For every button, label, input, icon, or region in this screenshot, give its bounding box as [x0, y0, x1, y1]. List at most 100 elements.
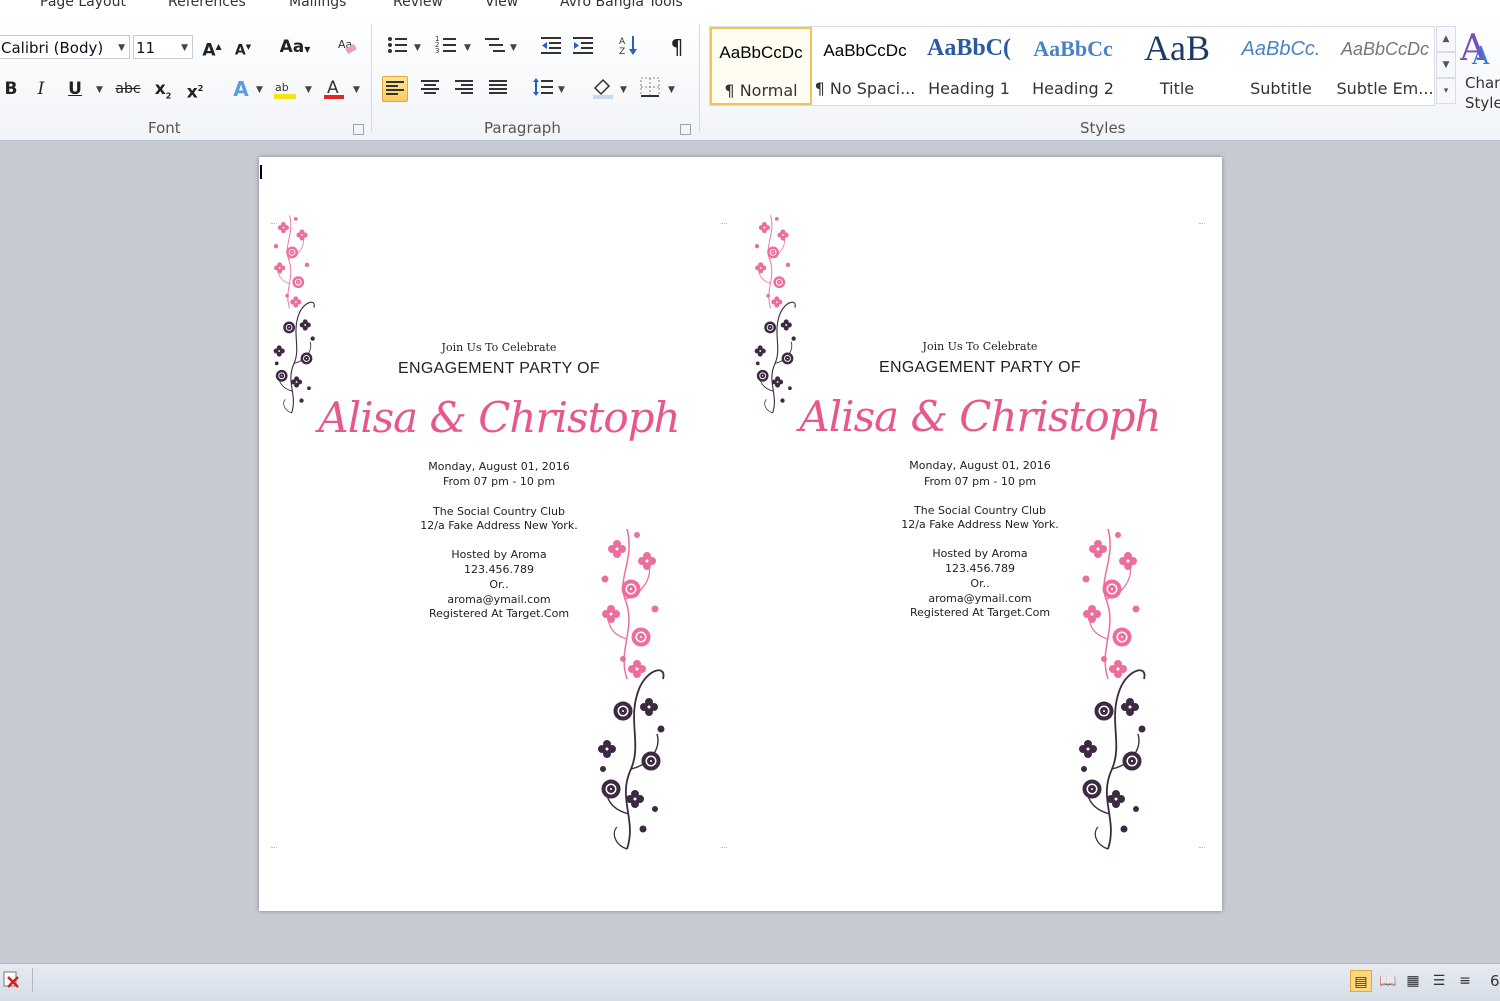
invite-phone: 123.456.789 — [464, 563, 534, 576]
subscript-button[interactable]: x2 — [150, 76, 176, 102]
style-subtle-emphasis[interactable]: AaBbCcDc Subtle Em... — [1334, 27, 1436, 105]
tab-view[interactable]: View — [485, 0, 518, 10]
print-layout-view-icon[interactable]: ▤ — [1350, 970, 1372, 992]
italic-button[interactable]: I — [28, 76, 54, 102]
chevron-down-icon[interactable]: ▼ — [353, 85, 360, 95]
tab-review[interactable]: Review — [393, 0, 443, 10]
chevron-down-icon[interactable]: ▼ — [668, 85, 675, 95]
style-heading-2[interactable]: AaBbCc Heading 2 — [1022, 27, 1124, 105]
svg-text:A: A — [619, 37, 626, 47]
change-case-button[interactable]: Aa▼ — [276, 34, 314, 60]
floral-top-left-icon — [748, 209, 838, 419]
font-dialog-launcher-icon[interactable] — [353, 124, 364, 135]
chevron-down-icon[interactable]: ▼ — [305, 85, 312, 95]
invite-heading: ENGAGEMENT PARTY OF — [879, 359, 1081, 376]
style-name: ¶ Normal — [724, 81, 798, 100]
align-right-icon[interactable] — [451, 76, 477, 102]
chevron-down-icon: ▼ — [181, 43, 188, 53]
full-screen-reading-view-icon[interactable]: 📖 — [1377, 970, 1399, 992]
chevron-down-icon[interactable]: ▼ — [558, 85, 565, 95]
styles-scroll-down-button[interactable]: ▼ — [1436, 52, 1456, 78]
clear-formatting-icon[interactable]: Aa — [334, 34, 360, 60]
group-divider — [371, 24, 372, 132]
strikethrough-button[interactable]: abc — [112, 76, 144, 102]
group-divider — [699, 24, 700, 132]
style-name: Heading 1 — [928, 79, 1010, 98]
invite-date: Monday, August 01, 2016 — [909, 459, 1051, 472]
outline-view-icon[interactable]: ☰ — [1428, 970, 1450, 992]
chevron-down-icon[interactable]: ▼ — [510, 43, 517, 53]
superscript-button[interactable]: x2 — [182, 76, 208, 103]
crop-mark — [271, 847, 277, 854]
draft-view-icon[interactable]: ≡ — [1454, 970, 1476, 992]
style-subtitle[interactable]: AaBbCc. Subtitle — [1230, 27, 1332, 105]
decrease-indent-icon[interactable] — [538, 34, 564, 60]
show-formatting-marks-icon[interactable]: ¶ — [664, 34, 690, 60]
floral-top-left-icon — [267, 209, 357, 419]
web-layout-view-icon[interactable]: ▦ — [1402, 970, 1424, 992]
invite-intro: Join Us To Celebrate — [441, 341, 557, 354]
bullets-icon[interactable] — [384, 34, 410, 60]
invite-address: 12/a Fake Address New York. — [901, 518, 1059, 531]
bold-button[interactable]: B — [0, 76, 24, 102]
change-styles-button[interactable]: AA Chan Style — [1459, 26, 1500, 116]
zoom-level[interactable]: 6 — [1490, 972, 1500, 990]
paragraph-dialog-launcher-icon[interactable] — [680, 124, 691, 135]
font-size-combo[interactable]: 11 ▼ — [133, 35, 193, 59]
crop-mark — [271, 217, 277, 224]
styles-more-button[interactable]: ▾ — [1436, 78, 1456, 104]
shrink-font-button[interactable]: A▼ — [230, 34, 256, 60]
sort-icon[interactable]: AZ — [616, 34, 642, 60]
style-normal[interactable]: AaBbCcDc ¶ Normal — [710, 27, 812, 105]
chevron-down-icon[interactable]: ▼ — [464, 43, 471, 53]
font-name-value: Calibri (Body) — [1, 39, 104, 57]
align-left-icon[interactable] — [382, 76, 408, 102]
chevron-down-icon[interactable]: ▼ — [414, 43, 421, 53]
styles-scroll-up-button[interactable]: ▲ — [1436, 26, 1456, 52]
tab-mailings[interactable]: Mailings — [289, 0, 346, 10]
underline-button[interactable]: U — [62, 76, 88, 102]
numbering-icon[interactable]: 123 — [433, 34, 459, 60]
styles-scroll: ▲ ▼ ▾ — [1436, 26, 1456, 106]
ribbon: Calibri (Body) ▼ 11 ▼ A▲ A▼ Aa▼ Aa B I U… — [0, 18, 1500, 141]
invite-names: Alisa & Christoph — [799, 392, 1161, 441]
style-name: Subtitle — [1250, 79, 1312, 98]
invite-or: Or.. — [970, 577, 990, 590]
change-styles-label: Chan — [1465, 74, 1500, 92]
tab-avro-bangla-tools[interactable]: Avro Bangla Tools — [560, 0, 683, 10]
invite-email: aroma@ymail.com — [928, 592, 1032, 605]
increase-indent-icon[interactable] — [570, 34, 596, 60]
line-spacing-icon[interactable] — [530, 76, 556, 102]
tab-references[interactable]: References — [168, 0, 246, 10]
style-no-spacing[interactable]: AaBbCcDc ¶ No Spaci... — [814, 27, 916, 105]
style-name: Heading 2 — [1032, 79, 1114, 98]
justify-icon[interactable] — [485, 76, 511, 102]
text-effects-button[interactable]: A — [228, 76, 254, 102]
shading-icon[interactable] — [590, 76, 616, 102]
invite-registry: Registered At Target.Com — [428, 607, 570, 620]
multilevel-list-icon[interactable] — [482, 34, 508, 60]
chevron-down-icon[interactable]: ▼ — [256, 85, 263, 95]
chevron-down-icon[interactable]: ▼ — [96, 85, 103, 95]
style-heading-1[interactable]: AaBbC( Heading 1 — [918, 27, 1020, 105]
style-title[interactable]: AaB Title — [1126, 27, 1228, 105]
chevron-down-icon[interactable]: ▼ — [620, 85, 627, 95]
change-styles-label: Style — [1465, 94, 1500, 112]
grow-font-button[interactable]: A▲ — [199, 34, 225, 61]
font-name-combo[interactable]: Calibri (Body) ▼ — [0, 35, 130, 59]
invite-heading: ENGAGEMENT PARTY OF — [398, 360, 600, 377]
paragraph-group-label: Paragraph — [484, 119, 561, 137]
change-styles-icon: AA — [1459, 28, 1490, 70]
style-preview: AaBbC( — [926, 35, 1011, 61]
tab-page-layout[interactable]: Page Layout — [40, 0, 126, 10]
align-center-icon[interactable] — [417, 76, 443, 102]
font-color-icon[interactable]: A — [321, 76, 347, 102]
proofing-error-icon[interactable] — [2, 969, 22, 989]
style-preview: AaBbCcDc — [719, 43, 803, 62]
highlight-icon[interactable]: ab — [272, 76, 298, 102]
document-page[interactable]: Join Us To Celebrate ENGAGEMENT PARTY OF… — [259, 157, 1222, 911]
borders-icon[interactable] — [637, 76, 663, 102]
svg-text:A: A — [1471, 42, 1490, 66]
svg-text:Z: Z — [619, 47, 625, 56]
styles-group-label: Styles — [1080, 119, 1126, 137]
